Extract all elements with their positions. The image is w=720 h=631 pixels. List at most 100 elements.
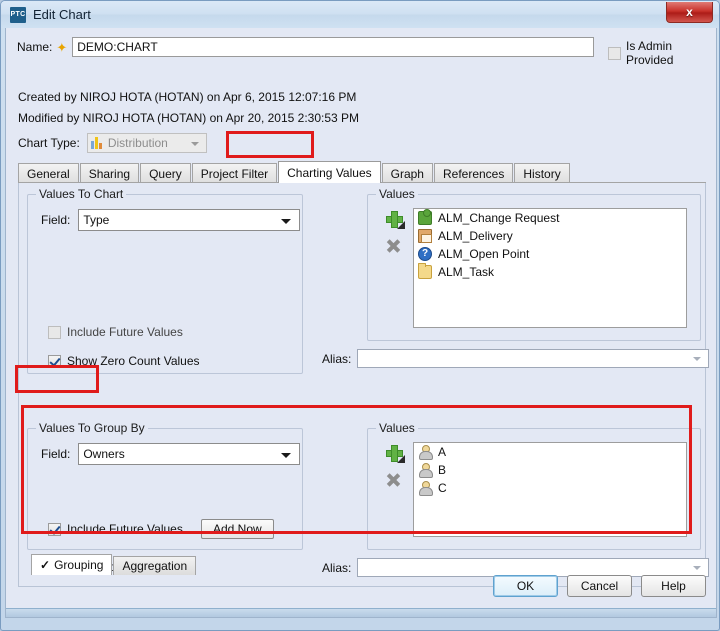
tab-sharing[interactable]: Sharing [79, 163, 140, 183]
add-now-button[interactable]: Add Now [200, 519, 274, 539]
values-to-group-by-group: Values To Group By Field: Owners Include… [27, 421, 303, 550]
check-icon: ✓ [40, 558, 51, 572]
list-item-label: B [438, 463, 447, 477]
chart-show-zero-row[interactable]: Show Zero Count Values [48, 354, 200, 368]
tab-graph[interactable]: Graph [381, 163, 433, 183]
chevron-down-icon [396, 455, 405, 463]
values-to-chart-title: Values To Chart [36, 187, 127, 201]
ptc-logo-icon: PTC [10, 6, 26, 23]
delivery-box-icon [418, 229, 432, 243]
name-row: Name: ✦ [17, 37, 595, 57]
chart-field-row: Field: Type [41, 209, 301, 231]
chart-alias-label: Alias: [322, 351, 352, 366]
ok-button[interactable]: OK [493, 575, 558, 597]
chart-type-select: Distribution [86, 133, 207, 153]
dialog-client-area: Name: ✦ Is Admin Provided Created by NIR… [5, 28, 717, 618]
edit-chart-window: PTC Edit Chart x Name: ✦ Is Admin Provid… [0, 0, 720, 631]
chart-alias-row: Alias: [322, 349, 710, 368]
list-item[interactable]: B [414, 461, 686, 479]
group-alias-label: Alias: [322, 560, 352, 575]
window-bottom-grip [6, 608, 716, 617]
list-item[interactable]: A [414, 443, 686, 461]
list-item[interactable]: ALM_Task [414, 263, 686, 281]
values-to-chart-group: Values To Chart Field: Type Include Futu… [27, 187, 303, 374]
chart-values-group: Values ALM_Change Request ALM_Delivery ?… [367, 187, 701, 341]
required-star-icon: ✦ [56, 39, 68, 55]
is-admin-provided-label: Is Admin Provided [626, 39, 674, 67]
chart-include-future-label: Include Future Values [67, 325, 183, 339]
chart-include-future-row[interactable]: Include Future Values [48, 325, 183, 339]
chart-values-list[interactable]: ALM_Change Request ALM_Delivery ? ALM_Op… [413, 208, 687, 328]
list-item-label: ALM_Change Request [438, 211, 560, 225]
name-input[interactable] [72, 37, 595, 57]
folder-icon [418, 263, 432, 279]
puzzle-icon [418, 209, 432, 225]
group-include-future-checkbox[interactable] [48, 522, 61, 536]
modified-by-text: Modified by NIROJ HOTA (HOTAN) on Apr 20… [18, 111, 360, 125]
chevron-down-icon [190, 142, 199, 146]
bar-chart-icon [90, 137, 104, 149]
is-admin-provided-checkbox[interactable] [608, 46, 621, 60]
chart-type-label: Chart Type: [18, 136, 80, 150]
list-item-label: ALM_Task [438, 265, 495, 279]
close-icon[interactable]: x [666, 2, 713, 23]
list-item-label: ALM_Open Point [438, 247, 530, 261]
chart-show-zero-checkbox[interactable] [48, 354, 61, 368]
chevron-down-icon [396, 221, 405, 229]
main-tabstrip: General Sharing Query Project Filter Cha… [18, 161, 571, 183]
group-values-list[interactable]: A B C [413, 442, 687, 537]
person-icon [418, 481, 433, 496]
list-item[interactable]: C [414, 479, 686, 497]
chart-include-future-checkbox[interactable] [48, 325, 61, 339]
values-to-group-by-title: Values To Group By [36, 421, 148, 435]
list-item-label: C [438, 481, 447, 495]
person-icon [418, 463, 433, 478]
subtab-grouping-label: Grouping [54, 558, 104, 572]
chevron-down-icon [693, 566, 702, 570]
subtab-grouping[interactable]: ✓ Grouping [31, 554, 113, 575]
question-icon: ? [418, 247, 432, 261]
group-include-future-label: Include Future Values [67, 522, 183, 536]
help-button[interactable]: Help [641, 575, 706, 597]
tab-general[interactable]: General [18, 163, 79, 183]
subtab-aggregation-label: Aggregation [122, 559, 188, 573]
name-label: Name: [17, 40, 53, 54]
tab-project-filter[interactable]: Project Filter [191, 163, 278, 183]
subtab-aggregation[interactable]: Aggregation [113, 556, 197, 575]
remove-icon[interactable] [386, 238, 401, 253]
chart-field-select[interactable]: Type [78, 209, 301, 231]
remove-icon[interactable] [386, 472, 401, 487]
list-item[interactable]: ? ALM_Open Point [414, 245, 686, 263]
title-bar: PTC Edit Chart x [1, 1, 719, 28]
cancel-button[interactable]: Cancel [567, 575, 632, 597]
is-admin-provided-row[interactable]: Is Admin Provided [608, 39, 716, 67]
tab-references[interactable]: References [433, 163, 514, 183]
chart-alias-select[interactable] [357, 349, 710, 368]
chart-type-value: Distribution [107, 136, 168, 150]
group-field-label: Field: [41, 447, 71, 461]
list-item[interactable]: ALM_Delivery [414, 227, 686, 245]
tab-charting-values[interactable]: Charting Values [278, 161, 381, 183]
chevron-down-icon [281, 453, 292, 458]
group-include-future-row[interactable]: Include Future Values Add Now [48, 519, 274, 539]
list-item-label: A [438, 445, 447, 459]
chevron-down-icon [693, 357, 702, 361]
group-field-row: Field: Owners [41, 443, 301, 465]
list-item-label: ALM_Delivery [438, 229, 513, 243]
list-item[interactable]: ALM_Change Request [414, 209, 686, 227]
grouping-subtabs: ✓ Grouping Aggregation [31, 554, 197, 575]
window-title: Edit Chart [33, 7, 91, 22]
charting-values-panel: Values To Chart Field: Type Include Futu… [18, 183, 710, 587]
add-icon[interactable] [385, 211, 405, 229]
chart-show-zero-label: Show Zero Count Values [67, 354, 200, 368]
tab-history[interactable]: History [514, 163, 570, 183]
tab-query[interactable]: Query [140, 163, 191, 183]
person-icon [418, 445, 433, 460]
group-values-toolbar [380, 445, 406, 487]
chevron-down-icon [281, 219, 292, 224]
group-field-value: Owners [83, 447, 125, 461]
group-values-group: Values A B C [367, 421, 701, 550]
group-values-title: Values [376, 421, 418, 435]
group-field-select[interactable]: Owners [78, 443, 301, 465]
add-icon[interactable] [385, 445, 405, 463]
